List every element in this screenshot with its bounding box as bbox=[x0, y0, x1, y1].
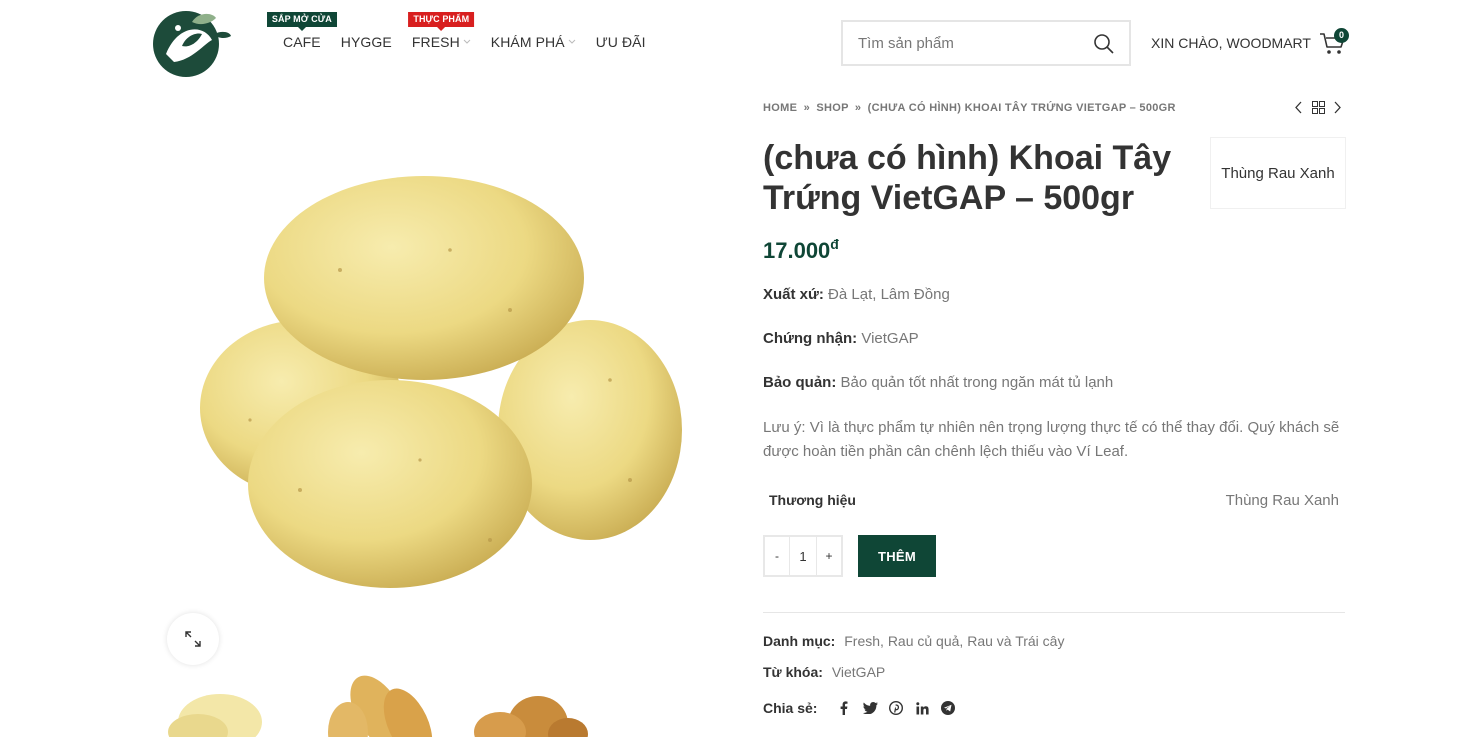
nav-label-uu-dai: ƯU ĐÃI bbox=[595, 34, 646, 50]
category-link[interactable]: Fresh bbox=[844, 633, 880, 649]
nav-label-hygge: HYGGE bbox=[340, 34, 392, 50]
attribute-label: Xuất xứ: bbox=[763, 286, 824, 303]
facebook-icon[interactable] bbox=[831, 700, 857, 716]
twitter-icon[interactable] bbox=[857, 700, 883, 716]
attribute-value: Bảo quản tốt nhất trong ngăn mát tủ lạnh bbox=[840, 374, 1114, 391]
categories-label: Danh mục: bbox=[763, 633, 836, 649]
main-nav: SẮP MỞ CỬA CAFE HYGGE THỰC PHẨM FRESH KH… bbox=[266, 12, 666, 50]
chevron-down-icon bbox=[568, 39, 576, 44]
nav-item-cafe[interactable]: SẮP MỞ CỬA CAFE bbox=[266, 12, 337, 50]
chevron-down-icon bbox=[463, 39, 471, 44]
nav-item-fresh[interactable]: THỰC PHẨM FRESH bbox=[408, 12, 475, 50]
nav-badge-cafe: SẮP MỞ CỬA bbox=[266, 12, 337, 31]
attribute-label: Chứng nhận: bbox=[763, 330, 858, 347]
site-header: SẮP MỞ CỬA CAFE HYGGE THỰC PHẨM FRESH KH… bbox=[0, 0, 1462, 88]
thumbnail-2[interactable] bbox=[328, 672, 442, 737]
nav-item-hygge[interactable]: HYGGE bbox=[341, 34, 392, 50]
nav-item-kham-pha[interactable]: KHÁM PHÁ bbox=[491, 34, 576, 50]
attribute-certification: Chứng nhận: VietGAP bbox=[763, 330, 919, 347]
category-link[interactable]: Rau củ quả bbox=[888, 633, 960, 649]
brand-attribute-value: Thùng Rau Xanh bbox=[1225, 491, 1339, 509]
share-label: Chia sẻ: bbox=[763, 700, 818, 716]
linkedin-icon[interactable] bbox=[909, 700, 935, 716]
account-greeting[interactable]: XIN CHÀO, WOODMART bbox=[1151, 35, 1311, 51]
quantity-input[interactable]: 1 bbox=[789, 537, 817, 575]
prev-product-button[interactable] bbox=[1288, 98, 1308, 116]
breadcrumb-current: (CHƯA CÓ HÌNH) KHOAI TÂY TRỨNG VIETGAP –… bbox=[867, 102, 1176, 114]
product-tags: Từ khóa: VietGAP bbox=[763, 664, 885, 680]
price-amount: 17.000 bbox=[763, 238, 831, 263]
tag-link[interactable]: VietGAP bbox=[832, 664, 885, 680]
leaf-logo[interactable] bbox=[152, 10, 232, 78]
product-price: 17.000đ bbox=[763, 236, 839, 264]
breadcrumb-separator: » bbox=[803, 102, 810, 114]
attribute-value: Đà Lạt, Lâm Đồng bbox=[828, 286, 950, 303]
chevron-right-icon bbox=[1334, 101, 1341, 113]
product-title: (chưa có hình) Khoai Tây Trứng VietGAP –… bbox=[763, 139, 1172, 217]
brand-attribute-label: Thương hiệu bbox=[769, 492, 856, 508]
attribute-origin: Xuất xứ: Đà Lạt, Lâm Đồng bbox=[763, 286, 950, 303]
brand-logo-box[interactable]: Thùng Rau Xanh bbox=[1210, 137, 1346, 209]
nav-label-fresh: FRESH bbox=[411, 34, 460, 50]
quantity-stepper: - 1 + bbox=[763, 535, 843, 577]
expand-icon bbox=[185, 631, 201, 647]
nav-badge-fresh: THỰC PHẨM bbox=[408, 12, 475, 31]
zoom-button[interactable] bbox=[167, 613, 219, 665]
nav-label-cafe: CAFE bbox=[283, 34, 321, 50]
divider bbox=[763, 612, 1345, 613]
cart-count-badge: 0 bbox=[1334, 28, 1349, 43]
telegram-icon[interactable] bbox=[935, 700, 961, 716]
brand-attribute-row: Thương hiệu Thùng Rau Xanh bbox=[763, 484, 1345, 516]
share-bar: Chia sẻ: bbox=[763, 700, 961, 716]
quantity-plus-button[interactable]: + bbox=[817, 537, 841, 575]
attribute-value: VietGAP bbox=[861, 330, 919, 347]
product-note: Lưu ý: Vì là thực phẩm tự nhiên nên trọn… bbox=[763, 419, 1340, 460]
breadcrumb-separator: » bbox=[854, 102, 862, 114]
breadcrumb: HOME » SHOP » (CHƯA CÓ HÌNH) KHOAI TÂY T… bbox=[763, 102, 1176, 114]
thumbnail-1[interactable] bbox=[168, 694, 262, 737]
category-link[interactable]: Rau và Trái cây bbox=[967, 633, 1064, 649]
back-to-shop-button[interactable] bbox=[1308, 98, 1328, 116]
search-icon[interactable] bbox=[1093, 33, 1115, 55]
next-product-button[interactable] bbox=[1328, 98, 1348, 116]
category-separator: , bbox=[880, 633, 888, 649]
pinterest-icon[interactable] bbox=[883, 700, 909, 716]
add-to-cart-button[interactable]: THÊM bbox=[858, 535, 936, 577]
attribute-label: Bảo quản: bbox=[763, 374, 837, 391]
nav-label-kham-pha: KHÁM PHÁ bbox=[490, 34, 565, 50]
attribute-storage: Bảo quản: Bảo quản tốt nhất trong ngăn m… bbox=[763, 374, 1113, 391]
quantity-minus-button[interactable]: - bbox=[765, 537, 789, 575]
product-navigation bbox=[1288, 98, 1348, 116]
breadcrumb-home[interactable]: HOME bbox=[763, 102, 797, 114]
thumbnail-strip[interactable] bbox=[168, 672, 588, 737]
grid-icon bbox=[1311, 100, 1325, 114]
breadcrumb-shop[interactable]: SHOP bbox=[816, 102, 848, 114]
search-form bbox=[841, 20, 1131, 66]
search-input[interactable] bbox=[843, 34, 1083, 52]
tags-label: Từ khóa: bbox=[763, 664, 823, 680]
product-main-image[interactable] bbox=[190, 160, 700, 600]
price-currency: đ bbox=[830, 236, 839, 252]
thumbnail-3[interactable] bbox=[474, 696, 588, 737]
chevron-left-icon bbox=[1295, 101, 1302, 113]
product-categories: Danh mục: Fresh, Rau củ quả, Rau và Trái… bbox=[763, 633, 1064, 649]
nav-item-uu-dai[interactable]: ƯU ĐÃI bbox=[596, 34, 646, 50]
